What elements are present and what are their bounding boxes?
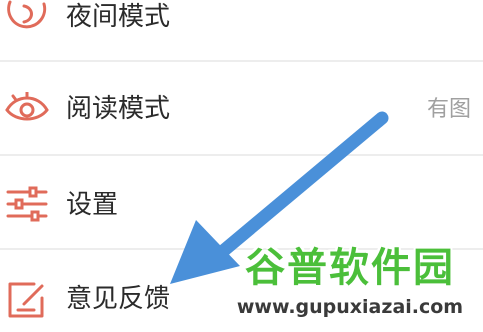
- reading-mode-value: 有图: [426, 97, 471, 122]
- sliders-icon: [4, 186, 50, 226]
- menu-item-night-mode[interactable]: 夜间模式: [0, 0, 483, 50]
- menu-item-label: 意见反馈: [66, 284, 171, 314]
- feedback-edit-icon: [4, 280, 50, 324]
- menu-item-label: 夜间模式: [66, 2, 171, 32]
- menu-item-label: 阅读模式: [66, 94, 171, 124]
- menu-item-label: 设置: [66, 190, 119, 220]
- settings-menu: 夜间模式 阅读模式 有图 设置 意见反馈: [0, 0, 483, 332]
- menu-item-settings[interactable]: 设置: [0, 156, 483, 248]
- moon-icon: [4, 0, 50, 40]
- menu-item-reading-mode[interactable]: 阅读模式 有图: [0, 62, 483, 154]
- eye-icon: [4, 90, 50, 130]
- menu-item-feedback[interactable]: 意见反馈: [0, 250, 483, 332]
